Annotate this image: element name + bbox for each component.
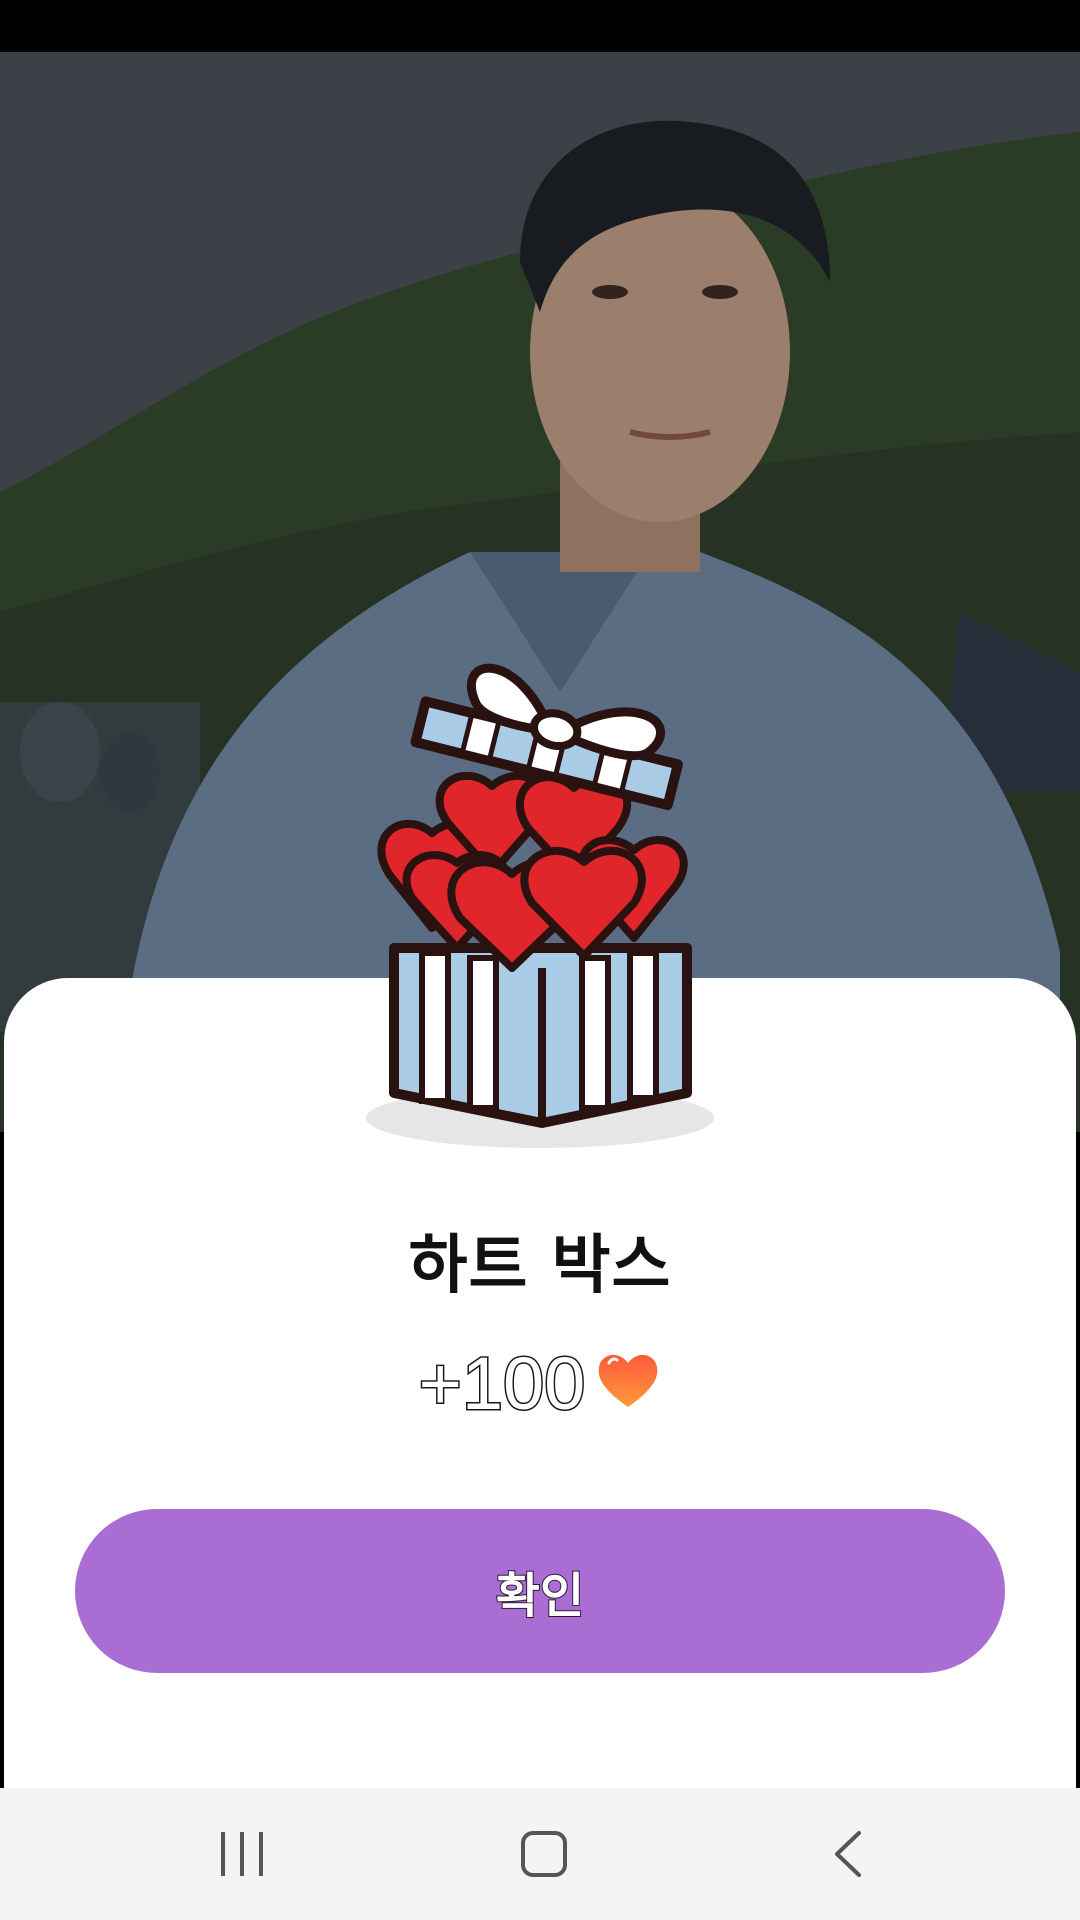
reward-value: +100 (417, 1340, 587, 1426)
system-nav-bar (0, 1788, 1080, 1920)
status-bar (0, 0, 1080, 52)
home-button[interactable] (484, 1822, 604, 1886)
gift-box-hearts-icon (352, 648, 728, 1158)
back-icon (835, 1831, 861, 1877)
back-button[interactable] (788, 1822, 908, 1886)
confirm-button[interactable]: 확인 (75, 1509, 1005, 1673)
recent-apps-button[interactable] (182, 1822, 302, 1886)
heart-icon (599, 1354, 658, 1407)
recent-apps-icon (221, 1832, 263, 1876)
reward-amount: +100 (0, 1338, 1080, 1428)
popup-title: 하트 박스 (408, 1229, 672, 1303)
home-icon (521, 1831, 567, 1877)
confirm-button-label: 확인 (495, 1569, 585, 1624)
